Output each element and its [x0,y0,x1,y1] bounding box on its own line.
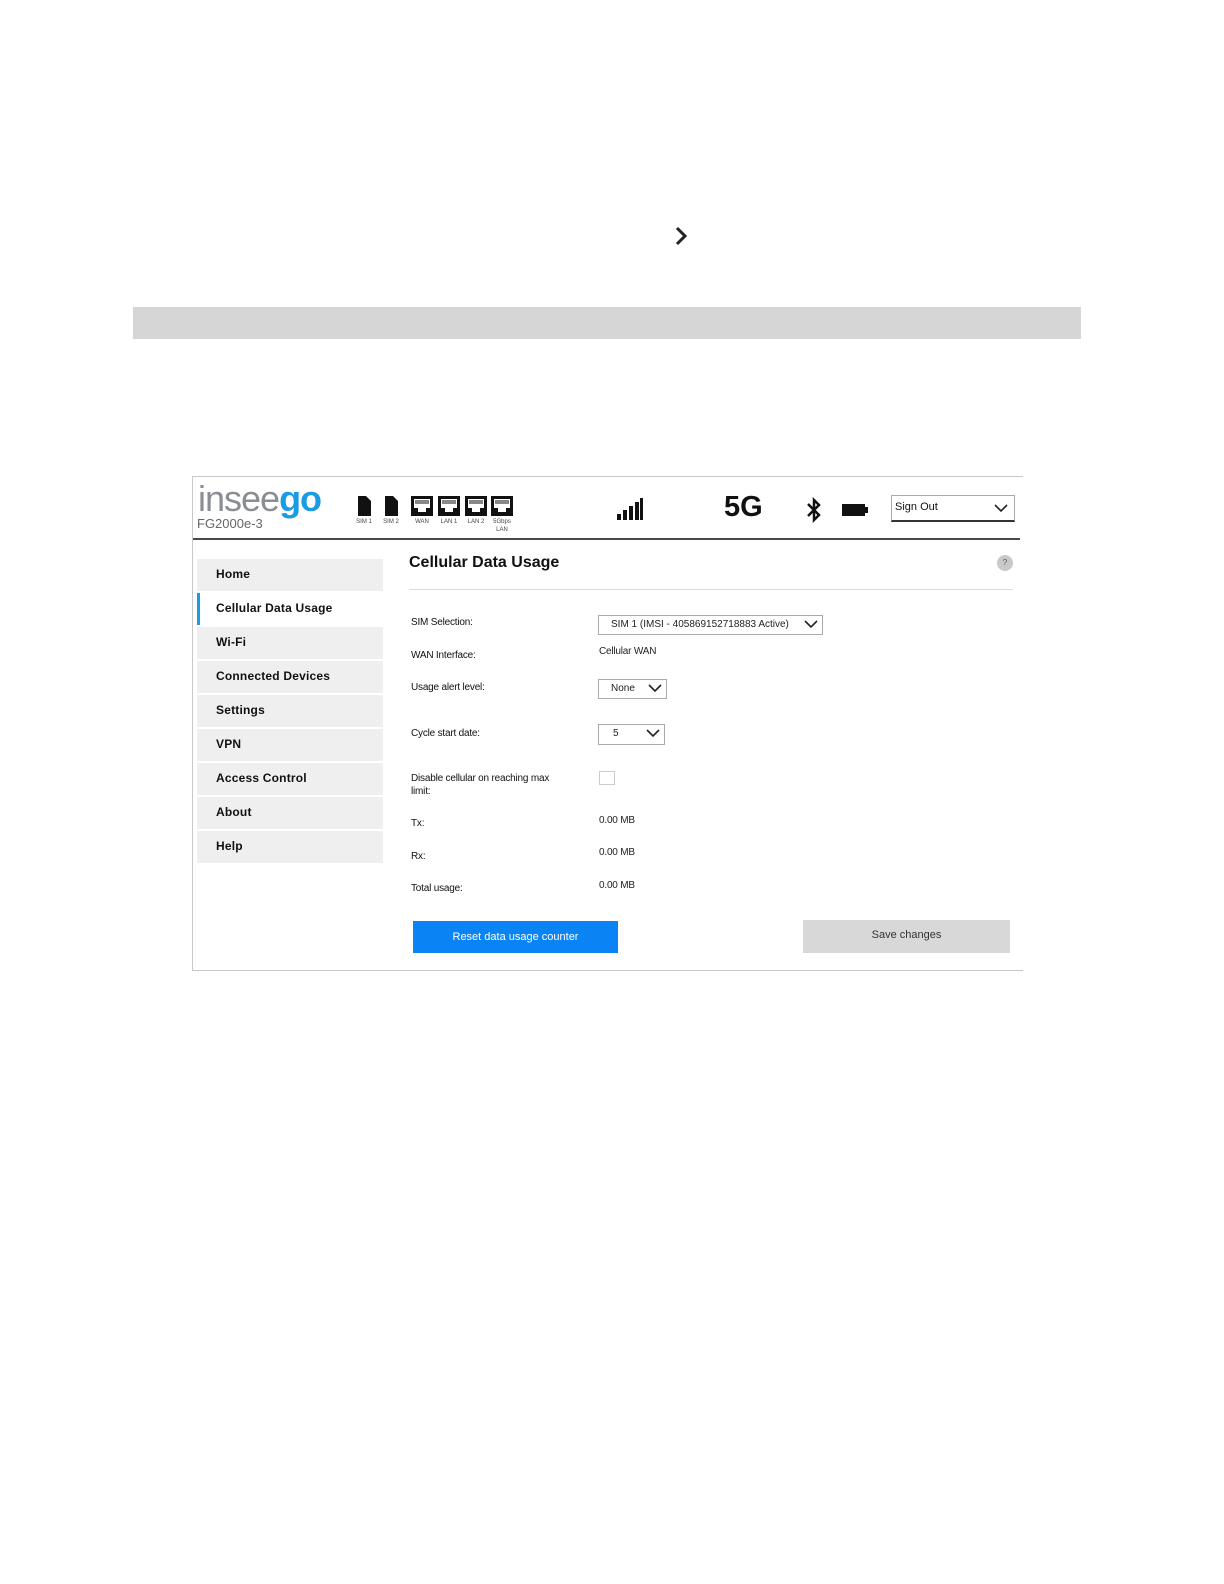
signal-bars-icon [617,498,643,520]
help-icon[interactable]: ? [997,555,1013,571]
sidebar-item-help[interactable]: Help [197,831,383,863]
tx-value: 0.00 MB [599,815,635,826]
wan-interface-label: WAN Interface: [411,650,476,661]
reset-data-usage-button[interactable]: Reset data usage counter [413,921,618,953]
wan-label: WAN [415,519,429,525]
ethernet-port-icon [438,496,460,516]
sidebar-item-access-control[interactable]: Access Control [197,763,383,795]
battery-icon [842,504,868,516]
network-type: 5G [724,491,763,523]
sidebar-item-home[interactable]: Home [197,559,383,591]
disable-cellular-label-line2: limit: [411,786,431,797]
tx-label: Tx: [411,818,425,829]
sidebar-item-connected-devices[interactable]: Connected Devices [197,661,383,693]
ethernet-port-icon [411,496,433,516]
sim2-label: SIM 2 [383,519,399,525]
sign-out-dropdown[interactable]: Sign Out [891,495,1015,522]
sidebar-item-settings[interactable]: Settings [197,695,383,727]
wan-interface-value: Cellular WAN [599,646,657,657]
sidebar-item-wifi[interactable]: Wi-Fi [197,627,383,659]
sim-card-icon [358,496,371,516]
inseego-logo: inseego [198,478,322,519]
lan5g-label-line2: LAN [496,527,508,533]
cycle-start-label: Cycle start date: [411,728,480,739]
usage-alert-label: Usage alert level: [411,682,485,693]
lan1-label: LAN 1 [440,519,458,525]
router-admin-screenshot: inseego FG2000e-3 SIM 1 SIM 2 WAN LAN 1 … [192,476,1023,971]
disable-cellular-label: Disable cellular on reaching max [411,773,550,784]
chevron-down-icon [994,504,1008,513]
bluetooth-icon [807,497,821,523]
lan5g-label: 5Gbps [493,519,511,525]
sidebar-item-cellular-data-usage[interactable]: Cellular Data Usage [197,593,383,625]
sidebar-item-about[interactable]: About [197,797,383,829]
ethernet-port-icon [491,496,513,516]
top-header: inseego FG2000e-3 SIM 1 SIM 2 WAN LAN 1 … [193,477,1020,540]
chevron-down-icon [804,620,818,629]
device-model: FG2000e-3 [197,516,263,531]
chevron-right-icon [675,226,688,246]
sim-selection-label: SIM Selection: [411,617,473,628]
chevron-down-icon [648,684,662,693]
cycle-start-dropdown[interactable]: 5 [598,724,665,745]
sim1-label: SIM 1 [356,519,372,525]
sidebar-nav: Home Cellular Data Usage Wi-Fi Connected… [197,559,383,865]
title-divider [409,589,1013,590]
disable-cellular-checkbox[interactable] [599,771,615,785]
page-title: Cellular Data Usage [409,554,560,571]
section-header-bar [133,307,1081,339]
total-usage-label: Total usage: [411,883,463,894]
sim-card-icon [385,496,398,516]
sidebar-item-vpn[interactable]: VPN [197,729,383,761]
rx-label: Rx: [411,851,426,862]
usage-alert-dropdown[interactable]: None [598,679,667,699]
sim-selection-dropdown[interactable]: SIM 1 (IMSI - 405869152718883 Active) [598,615,823,635]
ethernet-port-icon [465,496,487,516]
save-changes-button[interactable]: Save changes [803,920,1010,953]
rx-value: 0.00 MB [599,847,635,858]
total-usage-value: 0.00 MB [599,880,635,891]
chevron-down-icon [646,729,660,738]
